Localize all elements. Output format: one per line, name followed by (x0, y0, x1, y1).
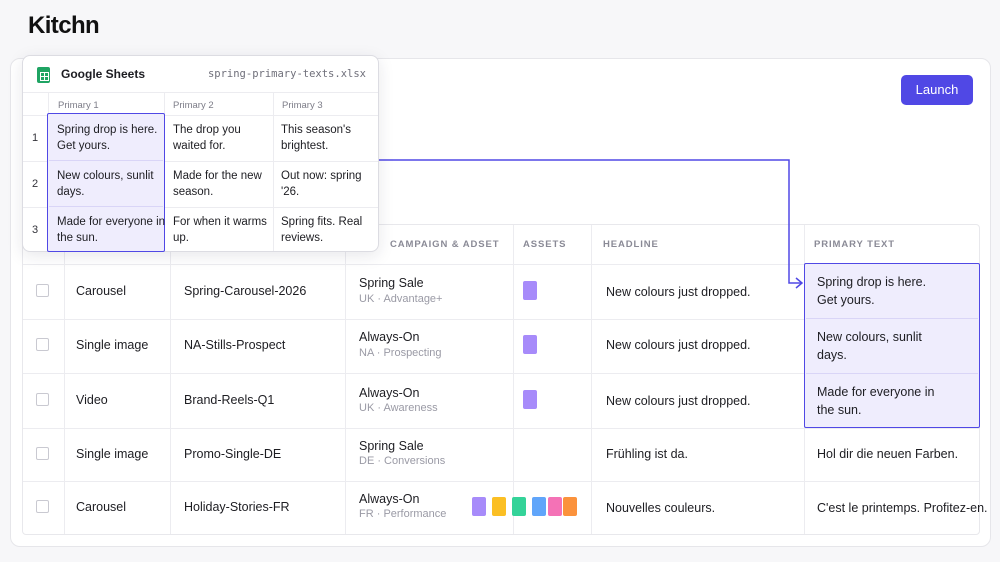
header-assets: ASSETS (523, 239, 567, 250)
campaign-name: Spring Sale (359, 276, 424, 290)
asset-thumbnail[interactable] (532, 497, 546, 516)
adset-name: UK · Advantage+ (359, 293, 443, 305)
sheet-cell[interactable]: For when it warms up. (173, 214, 267, 246)
sheet-column-header: Primary 3 (282, 100, 323, 111)
ad-format: Single image (76, 447, 149, 461)
ad-name: Brand-Reels-Q1 (184, 393, 275, 407)
sheet-column-header: Primary 1 (58, 100, 99, 111)
header-campaign: CAMPAIGN & ADSET (390, 239, 500, 250)
adset-name: UK · Awareness (359, 402, 438, 414)
row-checkbox[interactable] (36, 500, 49, 513)
asset-thumbnail[interactable] (512, 497, 526, 516)
launch-button[interactable]: Launch (901, 75, 973, 105)
header-headline: HEADLINE (603, 239, 659, 250)
ad-format: Carousel (76, 500, 127, 514)
sheet-row-number: 2 (32, 178, 39, 190)
sheet-cell[interactable]: New colours, sunlit days. (57, 168, 154, 200)
sheet-cell[interactable]: Made for the new season. (173, 168, 262, 200)
asset-thumbnail[interactable] (523, 335, 537, 354)
app-logo: Kitchn (28, 12, 100, 39)
sheet-row-number: 1 (32, 132, 39, 144)
adset-name: FR · Performance (359, 508, 447, 520)
primary-text[interactable]: Spring drop is here. Get yours. (817, 273, 926, 309)
asset-thumbnail[interactable] (523, 390, 537, 409)
sheet-column-header: Primary 2 (173, 100, 214, 111)
campaign-name: Always-On (359, 330, 420, 344)
sheet-cell[interactable]: Spring fits. Real reviews. (281, 214, 362, 246)
ad-name: Spring-Carousel-2026 (184, 284, 307, 298)
asset-thumbnail[interactable] (472, 497, 486, 516)
headline-text: Nouvelles couleurs. (606, 501, 716, 515)
row-checkbox[interactable] (36, 447, 49, 460)
campaign-name: Always-On (359, 386, 420, 400)
sheet-cell[interactable]: Out now: spring '26. (281, 168, 362, 200)
primary-text[interactable]: New colours, sunlit days. (817, 328, 922, 364)
asset-thumbnail[interactable] (492, 497, 506, 516)
campaign-name: Spring Sale (359, 439, 424, 453)
ad-name: Holiday-Stories-FR (184, 500, 290, 514)
sheets-app-name: Google Sheets (61, 67, 146, 81)
sheet-cell[interactable]: Spring drop is here. Get yours. (57, 122, 157, 154)
primary-text[interactable]: Made for everyone in the sun. (817, 383, 934, 419)
adset-name: NA · Prospecting (359, 347, 442, 359)
sheets-file-name: spring-primary-texts.xlsx (207, 68, 366, 80)
asset-thumbnail[interactable] (523, 281, 537, 300)
primary-text[interactable]: Hol dir die neuen Farben. (817, 445, 958, 463)
sheet-row-number: 3 (32, 224, 39, 236)
header-primary-text: PRIMARY TEXT (814, 239, 896, 250)
headline-text: New colours just dropped. (606, 394, 751, 408)
ad-format: Video (76, 393, 108, 407)
headline-text: New colours just dropped. (606, 338, 751, 352)
ad-name: Promo-Single-DE (184, 447, 282, 461)
ad-format: Carousel (76, 284, 127, 298)
google-sheets-icon (37, 67, 50, 83)
ad-format: Single image (76, 338, 149, 352)
headline-text: New colours just dropped. (606, 285, 751, 299)
row-checkbox[interactable] (36, 393, 49, 406)
adset-name: DE · Conversions (359, 455, 446, 467)
asset-thumbnail[interactable] (548, 497, 562, 516)
row-checkbox[interactable] (36, 338, 49, 351)
campaign-name: Always-On (359, 492, 420, 506)
headline-text: Frühling ist da. (606, 447, 688, 461)
sheet-cell[interactable]: Made for everyone in the sun. (57, 214, 165, 246)
primary-text[interactable]: C'est le printemps. Profitez-en. (817, 499, 988, 517)
sheet-cell[interactable]: This season's brightest. (281, 122, 351, 154)
row-checkbox[interactable] (36, 284, 49, 297)
asset-thumbnail[interactable] (563, 497, 577, 516)
ad-name: NA-Stills-Prospect (184, 338, 286, 352)
sheet-cell[interactable]: The drop you waited for. (173, 122, 241, 154)
